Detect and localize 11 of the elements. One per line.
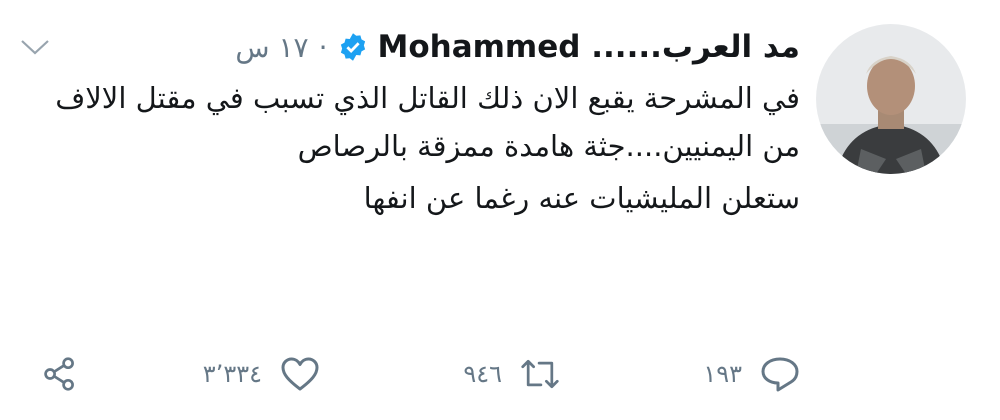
tweet-text: في المشرحة يقبع الان ذلك القاتل الذي تسبب في مقتل الالاف من اليمنيين....جثة هامدة ممزقة بالرصاص: [54, 80, 800, 166]
action-count: ٩٤٦: [463, 360, 502, 388]
action-count: ٣٬٣٣٤: [202, 360, 262, 388]
heart-icon[interactable]: [280, 356, 320, 392]
action-count: ١٩٣: [703, 360, 742, 388]
separator: ·: [318, 30, 328, 64]
timestamp: ١٧ س: [235, 30, 309, 64]
chevron-down-icon[interactable]: [20, 38, 50, 56]
tweet-text: ستعلن المليشيات عنه رغما عن انفها: [362, 180, 800, 218]
author-name[interactable]: مد العرب...... Mohammed: [378, 29, 800, 65]
reply-icon[interactable]: [760, 356, 800, 392]
